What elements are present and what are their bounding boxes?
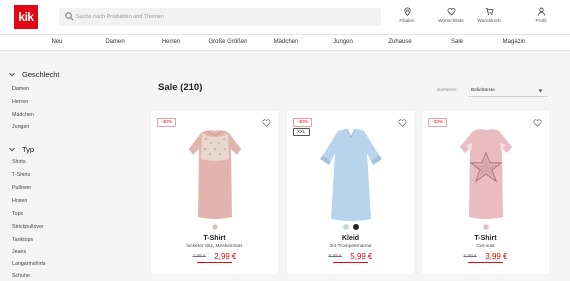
old-price: 4,99 €	[192, 254, 206, 259]
product-card[interactable]: -33% T-Shirt Cut-outs 5,99 € 3,99 €	[422, 111, 549, 274]
sort-select[interactable]: Beliebteste	[471, 88, 495, 93]
filter-option-pullover[interactable]: Pullover	[12, 185, 31, 192]
chevron-down-icon[interactable]	[538, 89, 543, 93]
heart-icon	[447, 8, 455, 16]
header-profil-label: Profil	[535, 19, 547, 24]
product-image[interactable]	[446, 119, 526, 227]
color-swatch[interactable]	[211, 224, 218, 230]
filter-option-jeans[interactable]: Jeans	[12, 249, 26, 256]
filter-option-herren[interactable]: Herren	[12, 99, 28, 106]
search-icon	[65, 12, 74, 21]
header-warenkorb-label: Warenkorb	[477, 19, 501, 24]
heart-icon[interactable]	[533, 119, 542, 127]
main-navigation: Neu Damen Herren Große Größen Mädchen Ju…	[0, 34, 570, 51]
kik-logo[interactable]: kik	[14, 5, 38, 29]
old-price: 9,99 €	[328, 254, 342, 259]
nav-item-herren[interactable]: Herren	[162, 35, 180, 50]
filter-option-t-shirts[interactable]: T-Shirts	[12, 172, 30, 179]
price-underline	[333, 262, 368, 263]
color-swatches	[287, 224, 414, 232]
search-input[interactable]: Suche nach Produkten und Themen	[59, 8, 381, 26]
filter-option-langarmshirts[interactable]: Langarmshirts	[12, 261, 46, 268]
filter-geschlecht-heading[interactable]: Geschlecht	[22, 70, 60, 79]
product-card[interactable]: -40% XXL Kleid 3/4-Trompetenarme 9,99 € …	[287, 111, 414, 274]
chevron-down-icon[interactable]	[9, 147, 15, 152]
color-swatches	[422, 224, 549, 232]
product-card[interactable]: -40% T-Shirt lockerer Sitz, Mesheinsatz …	[151, 111, 278, 274]
nav-item-zuhause[interactable]: Zuhause	[388, 35, 411, 50]
size-badge: XXL	[293, 128, 310, 136]
sale-price: 2,99 €	[214, 252, 237, 261]
product-prices: 9,99 € 5,99 €	[287, 252, 414, 262]
filter-option-shirts[interactable]: Shirts	[12, 159, 26, 166]
discount-badge: -33%	[428, 118, 448, 127]
filter-option-strickpullover[interactable]: Strickpullover	[12, 224, 44, 231]
filter-option-hosen[interactable]: Hosen	[12, 198, 27, 205]
header-warenkorb-button[interactable]: Warenkorb	[469, 7, 509, 29]
filter-option-schuhe[interactable]: Schuhe	[12, 273, 30, 280]
cart-icon	[485, 7, 494, 16]
color-swatch[interactable]	[482, 224, 489, 230]
user-icon	[537, 7, 545, 16]
filter-option-tops[interactable]: Tops	[12, 211, 23, 218]
filter-option-jungen[interactable]: Jungen	[12, 124, 29, 131]
filter-typ-heading[interactable]: Typ	[22, 145, 34, 154]
filter-option-tanktops[interactable]: Tanktops	[12, 237, 33, 244]
product-name: T-Shirt	[474, 235, 497, 242]
product-prices: 4,99 € 2,99 €	[151, 252, 278, 262]
nav-item-grosse-groessen[interactable]: Große Größen	[208, 35, 247, 50]
sale-price: 3,99 €	[485, 252, 508, 261]
sale-price: 5,99 €	[350, 252, 373, 261]
product-image[interactable]	[175, 119, 255, 227]
color-swatch[interactable]	[352, 224, 359, 230]
product-name: T-Shirt	[203, 235, 226, 242]
discount-badge: -40%	[293, 118, 313, 127]
header: kik Suche nach Produkten und Themen Fili…	[0, 0, 570, 34]
nav-item-jungen[interactable]: Jungen	[333, 35, 353, 50]
product-image[interactable]	[311, 119, 391, 227]
price-underline	[468, 262, 503, 263]
sort-label: Sortieren:	[437, 88, 458, 93]
sort-underline	[468, 96, 548, 97]
heart-icon[interactable]	[262, 119, 271, 127]
search-placeholder: Suche nach Produkten und Themen	[76, 14, 164, 20]
price-underline	[197, 262, 232, 263]
nav-item-sale[interactable]: Sale	[451, 35, 463, 50]
nav-item-magazin[interactable]: Magazin	[503, 35, 526, 50]
header-wunschliste-label: Wunschliste	[438, 19, 464, 24]
product-prices: 5,99 € 3,99 €	[422, 252, 549, 262]
header-filialen-button[interactable]: Filialen	[387, 7, 427, 29]
product-description: Cut-outs	[476, 244, 495, 249]
header-profil-button[interactable]: Profil	[521, 7, 561, 29]
location-pin-icon	[403, 7, 411, 16]
product-description: 3/4-Trompetenarme	[329, 244, 372, 249]
heart-icon[interactable]	[398, 119, 407, 127]
color-swatches	[151, 224, 278, 232]
chevron-down-icon[interactable]	[9, 72, 15, 77]
nav-item-maedchen[interactable]: Mädchen	[274, 35, 299, 50]
product-name: Kleid	[341, 235, 360, 242]
filter-option-maedchen[interactable]: Mädchen	[12, 112, 34, 119]
product-description: lockerer Sitz, Mesheinsatz	[186, 244, 243, 249]
nav-item-damen[interactable]: Damen	[105, 35, 124, 50]
filter-option-damen[interactable]: Damen	[12, 86, 29, 93]
old-price: 5,99 €	[463, 254, 477, 259]
header-filialen-label: Filialen	[399, 19, 415, 24]
page-title: Sale (210)	[158, 82, 203, 93]
nav-item-neu[interactable]: Neu	[51, 35, 62, 50]
color-swatch[interactable]	[342, 224, 349, 230]
discount-badge: -40%	[157, 118, 177, 127]
header-wunschliste-button[interactable]: Wunschliste	[431, 7, 471, 29]
